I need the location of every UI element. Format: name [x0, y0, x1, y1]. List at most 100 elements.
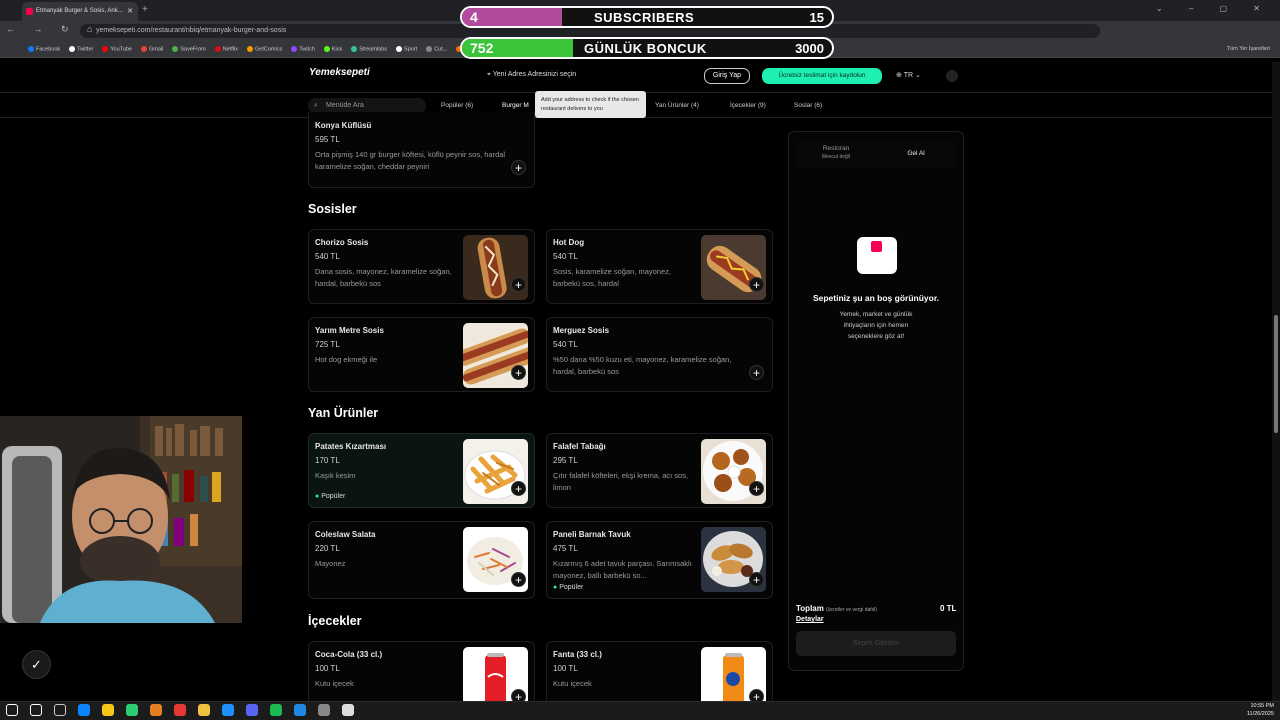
add-to-cart-button[interactable]: +: [511, 572, 526, 587]
new-tab-icon[interactable]: +: [142, 4, 148, 15]
menu-item-yarim-metre-sosis[interactable]: Yarım Metre Sosis 725 TL Hot dog ekmeği …: [308, 317, 535, 392]
item-name: Yarım Metre Sosis: [315, 326, 384, 335]
page-scrollbar-thumb[interactable]: [1274, 315, 1278, 433]
menu-item-paneli-barnak-tavuk[interactable]: Paneli Barnak Tavuk 475 TL Kızarmış 6 ad…: [546, 521, 773, 599]
menu-search-input[interactable]: ⌕ Menüde Ara: [308, 98, 426, 113]
check-circle-icon[interactable]: ✓: [22, 650, 51, 679]
bookmark-favicon-icon: [247, 45, 254, 52]
add-to-cart-button[interactable]: +: [511, 160, 526, 175]
yemeksepeti-logo[interactable]: Yemeksepeti: [309, 67, 370, 78]
address-selector[interactable]: ⌖ Yeni Adres Adresinizi seçin: [487, 71, 576, 79]
bookmark-item[interactable]: Kick: [323, 45, 342, 52]
edge-icon[interactable]: [78, 704, 90, 716]
obs-icon[interactable]: [318, 704, 330, 716]
chevron-down-icon: ⌄: [913, 72, 921, 79]
item-price: 295 TL: [553, 456, 578, 465]
bookmark-item[interactable]: Netflix: [214, 45, 238, 52]
address-tooltip: Add your address to check if the chosen …: [535, 91, 646, 118]
folder-icon[interactable]: [198, 704, 210, 716]
add-to-cart-button[interactable]: +: [511, 481, 526, 496]
menu-item-falafel-tabagi[interactable]: Falafel Tabağı 295 TL Çıtır falafel köft…: [546, 433, 773, 508]
bookmark-item[interactable]: Gmail: [140, 45, 163, 52]
bookmark-favicon-icon: [28, 45, 34, 52]
bookmark-favicon-icon: [214, 45, 221, 52]
subscribers-current: 4: [470, 9, 478, 25]
window-controls[interactable]: ⌄ – ▢ ✕: [1156, 4, 1272, 13]
windows-taskbar: [0, 701, 1280, 720]
item-description: Çıtır falafel köfteleri, ekşi krema, acı…: [553, 471, 689, 492]
menu-item-patates-kizartmasi[interactable]: Patates Kızartması 170 TL Kaşık kesim ● …: [308, 433, 535, 508]
bookmark-item[interactable]: GetComics: [247, 45, 282, 52]
bookmark-item[interactable]: SaveFrom: [172, 45, 206, 52]
item-description: Kaşık kesim: [315, 471, 356, 480]
popular-badge: ● Popüler: [315, 493, 345, 500]
task-view-icon[interactable]: [54, 704, 66, 716]
item-name: Konya Küflüsü: [315, 121, 372, 130]
item-name: Chorizo Sosis: [315, 238, 369, 247]
bookmark-item[interactable]: Twitter: [69, 45, 93, 52]
bookmark-favicon-icon: [140, 45, 147, 52]
add-to-cart-button[interactable]: +: [749, 277, 764, 292]
settings-icon[interactable]: [342, 704, 354, 716]
browser-tab[interactable]: Etmanyak Burger & Sosis, Ank... ✕: [22, 2, 138, 21]
tab-popular[interactable]: Popüler (6): [441, 102, 473, 109]
bookmark-item[interactable]: Sport: [396, 45, 417, 52]
tab-yan-urunler[interactable]: Yan Ürünler (4): [655, 102, 699, 109]
tab-icecekler[interactable]: İçecekler (9): [730, 102, 766, 109]
item-price: 475 TL: [553, 544, 578, 553]
bookmark-item[interactable]: Facebook: [28, 45, 60, 52]
subscribers-label: SUBSCRIBERS: [594, 10, 695, 25]
item-name: Coleslaw Salata: [315, 530, 376, 539]
bookmark-item[interactable]: Streamlabs: [351, 45, 387, 52]
discord-icon[interactable]: [246, 704, 258, 716]
tab-soslar[interactable]: Soslar (6): [794, 102, 822, 109]
gallery-icon[interactable]: [102, 704, 114, 716]
details-link[interactable]: Detaylar: [796, 616, 824, 623]
opera-icon[interactable]: [174, 704, 186, 716]
bookmark-favicon-icon: [323, 45, 330, 52]
system-clock[interactable]: 10:55 PM 11/26/2025: [1247, 702, 1274, 718]
bookmark-item[interactable]: Twitch: [291, 45, 315, 52]
item-price: 595 TL: [315, 135, 340, 144]
address-text: Yeni Adres Adresinizi seçin: [492, 71, 577, 78]
menu-item-merguez-sosis[interactable]: Merguez Sosis 540 TL %50 dana %50 kuzu e…: [546, 317, 773, 392]
steam-client-icon[interactable]: [294, 704, 306, 716]
menu-search-placeholder: Menüde Ara: [326, 102, 364, 109]
menu-item-konya-kuflusu[interactable]: Konya Küflüsü 595 TL Orta pişmiş 140 gr …: [308, 112, 535, 188]
add-to-cart-button[interactable]: +: [749, 365, 764, 380]
spotify-icon[interactable]: [270, 704, 282, 716]
menu-item-chorizo-sosis[interactable]: Chorizo Sosis 540 TL Dana sosis, mayonez…: [308, 229, 535, 304]
language-selector[interactable]: ⊕ TR ⌄: [896, 71, 921, 79]
item-name: Hot Dog: [553, 238, 585, 247]
total-value: 0 TL: [940, 604, 957, 613]
search-icon[interactable]: [30, 704, 42, 716]
item-name: Paneli Barnak Tavuk: [553, 530, 631, 539]
all-bookmarks-link[interactable]: Tüm Yer İşaretleri: [1227, 46, 1270, 52]
popular-badge-label: Popüler: [321, 493, 346, 500]
add-to-cart-button[interactable]: +: [749, 481, 764, 496]
item-description: Kutu içecek: [553, 679, 592, 688]
bookmark-favicon-icon: [69, 45, 76, 52]
chrome-icon[interactable]: [150, 704, 162, 716]
bookmark-item[interactable]: YouTube: [102, 45, 132, 52]
tab-pickup[interactable]: Gel Al: [876, 140, 956, 168]
store-icon[interactable]: [126, 704, 138, 716]
add-to-cart-button[interactable]: +: [511, 277, 526, 292]
menu-item-hot-dog[interactable]: Hot Dog 540 TL Sosis, karamelize soğan, …: [546, 229, 773, 304]
yemeksepeti-favicon-icon: [26, 8, 33, 15]
login-button[interactable]: Giriş Yap: [704, 68, 750, 84]
steam-icon[interactable]: [222, 704, 234, 716]
close-tab-icon[interactable]: ✕: [127, 2, 133, 21]
item-description: Dana sosis, mayonez, karamelize soğan, h…: [315, 267, 452, 288]
menu-item-coleslaw-salata[interactable]: Coleslaw Salata 220 TL Mayonez +: [308, 521, 535, 599]
signup-button[interactable]: Ücretsiz teslimat için kaydolun: [762, 68, 882, 84]
bookmark-item[interactable]: Cut...: [426, 45, 447, 52]
windows-start-icon[interactable]: [6, 704, 18, 716]
browser-nav-icons[interactable]: ← → ↻ ⌂: [6, 24, 100, 35]
add-to-cart-button[interactable]: +: [511, 365, 526, 380]
cart-icon[interactable]: [946, 70, 958, 82]
checkout-button[interactable]: Sepeti Gözden: [796, 631, 956, 656]
tab-delivery-restaurant[interactable]: Restoran Mevcut değil: [796, 140, 876, 168]
boncuk-goal-bar: 752 GÜNLÜK BONCUK 3000: [460, 37, 834, 59]
add-to-cart-button[interactable]: +: [749, 572, 764, 587]
